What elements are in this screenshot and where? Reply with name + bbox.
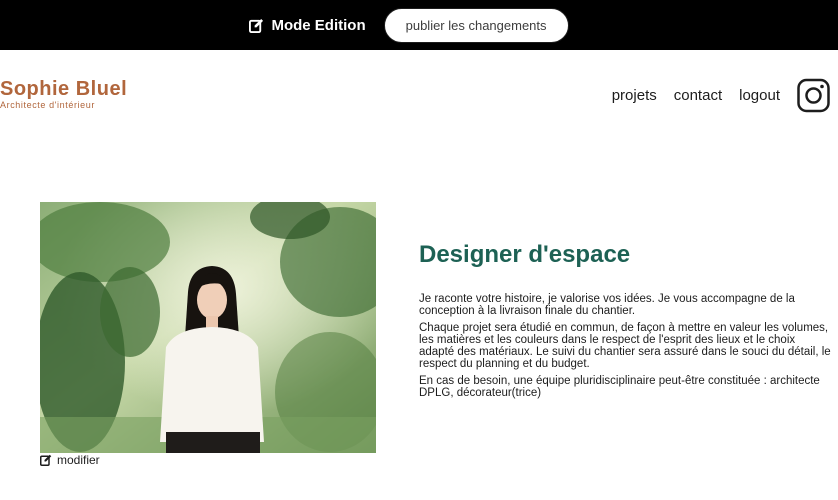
nav-contact[interactable]: contact — [674, 87, 722, 104]
modify-label: modifier — [57, 453, 100, 467]
intro-title: Designer d'espace — [419, 241, 631, 268]
site-logo[interactable]: Sophie Bluel Architecte d'intérieur — [0, 78, 127, 110]
intro-section: Designer d'espace Je raconte votre histo… — [419, 241, 833, 404]
modify-photo-button[interactable]: modifier — [40, 453, 100, 467]
mode-edition: Mode Edition — [249, 16, 366, 34]
edit-icon — [40, 454, 52, 466]
architect-photo — [40, 202, 376, 453]
intro-paragraph: Je raconte votre histoire, je valorise v… — [419, 293, 795, 317]
mode-edition-label: Mode Edition — [271, 16, 366, 34]
instagram-icon[interactable] — [797, 78, 830, 113]
nav-projets[interactable]: projets — [612, 87, 657, 104]
nav-logout[interactable]: logout — [739, 87, 780, 104]
edit-icon — [249, 18, 264, 33]
brand-name: Sophie Bluel — [0, 78, 128, 100]
publish-changes-button[interactable]: publier les changements — [383, 7, 569, 43]
edit-mode-bar: Mode Edition publier les changements — [0, 0, 838, 50]
brand-subtitle: Architecte d'intérieur — [0, 100, 95, 110]
main-nav: projets contact logout — [612, 78, 830, 113]
intro-paragraph: En cas de besoin, une équipe pluridiscip… — [419, 375, 820, 399]
intro-paragraph: Chaque projet sera étudié en commun, de … — [419, 322, 831, 370]
